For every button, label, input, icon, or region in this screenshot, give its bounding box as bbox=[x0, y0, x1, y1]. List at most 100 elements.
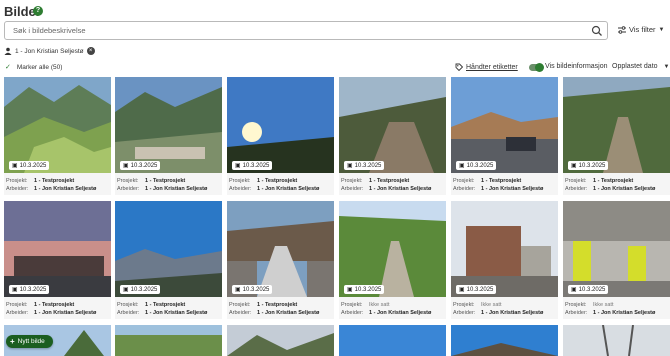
project-key: Prosjekt: bbox=[453, 178, 475, 184]
photo-thumbnail[interactable] bbox=[115, 77, 222, 173]
photo-thumbnail[interactable] bbox=[339, 201, 446, 297]
project-key: Prosjekt: bbox=[341, 178, 363, 184]
project-key: Prosjekt: bbox=[117, 178, 139, 184]
photo-card[interactable]: ▣ 10.3.2025 Prosjekt: 1 - Testprosjekt Arb… bbox=[339, 77, 446, 195]
photo-thumbnail[interactable] bbox=[227, 77, 334, 173]
worker-key: Arbeider: bbox=[117, 186, 140, 192]
date-badge: ▣ 10.3.2025 bbox=[120, 285, 161, 294]
worker-value: 1 - Jon Kristian Seljestø bbox=[257, 310, 320, 316]
worker-value: 1 - Jon Kristian Seljestø bbox=[481, 310, 544, 316]
checkmark-icon: ✓ bbox=[5, 64, 11, 71]
photo-card[interactable]: ▣ 10.3.2025 Prosjekt: 1 - Testprosjekt Arb… bbox=[227, 201, 334, 319]
show-info-label: Vis bildeinformasjon bbox=[545, 63, 608, 70]
project-value: 1 - Testprosjekt bbox=[593, 178, 634, 184]
date-label: 10.3.2025 bbox=[354, 162, 382, 169]
photo-card[interactable]: ▣ 10.3.2025 Prosjekt: 1 - Testprosjekt Arb… bbox=[4, 201, 111, 319]
photo-meta: Prosjekt: Ikke satt Arbeider: 1 - Jon Kris… bbox=[341, 301, 444, 317]
new-photo-button[interactable]: + Nytt bilde bbox=[6, 335, 53, 348]
photo-thumbnail[interactable] bbox=[563, 201, 670, 297]
show-filter-label: Vis filter bbox=[629, 25, 656, 34]
photo-meta: Prosjekt: Ikke satt Arbeider: 1 - Jon Kris… bbox=[453, 301, 556, 317]
date-label: 10.3.2025 bbox=[466, 162, 494, 169]
project-value: 1 - Testprosjekt bbox=[34, 302, 75, 308]
photo-thumbnail[interactable] bbox=[339, 77, 446, 173]
worker-value: 1 - Jon Kristian Seljestø bbox=[481, 186, 544, 192]
show-info-toggle[interactable] bbox=[529, 63, 544, 72]
date-label: 10.3.2025 bbox=[19, 286, 47, 293]
show-filter-button[interactable]: Vis filter ▼ bbox=[618, 25, 665, 34]
project-value: Ikke satt bbox=[593, 302, 614, 308]
date-label: 10.3.2025 bbox=[578, 286, 606, 293]
photo-meta: Prosjekt: 1 - Testprosjekt Arbeider: 1 - J… bbox=[229, 177, 332, 193]
photo-thumbnail[interactable] bbox=[563, 77, 670, 173]
calendar-icon: ▣ bbox=[347, 287, 353, 293]
date-label: 10.3.2025 bbox=[130, 162, 158, 169]
worker-key: Arbeider: bbox=[6, 310, 29, 316]
calendar-icon: ▣ bbox=[235, 287, 241, 293]
project-key: Prosjekt: bbox=[6, 302, 28, 308]
photo-card[interactable]: ▣ 10.3.2025 Prosjekt: Ikke satt Arbeider: 1… bbox=[339, 201, 446, 319]
photo-card[interactable]: ▣ 10.3.2025 Prosjekt: 1 - Testprosjekt Arb… bbox=[115, 201, 222, 319]
calendar-icon: ▣ bbox=[459, 163, 465, 169]
date-label: 10.3.2025 bbox=[578, 162, 606, 169]
project-key: Prosjekt: bbox=[229, 178, 251, 184]
photo-thumbnail[interactable] bbox=[563, 325, 670, 356]
photo-meta: Prosjekt: 1 - Testprosjekt Arbeider: 1 - J… bbox=[229, 301, 332, 317]
photo-thumbnail[interactable] bbox=[339, 325, 446, 356]
search-input[interactable]: Søk i bildebeskrivelse bbox=[4, 21, 608, 40]
worker-key: Arbeider: bbox=[565, 186, 588, 192]
plus-icon: + bbox=[10, 337, 15, 346]
worker-key: Arbeider: bbox=[565, 310, 588, 316]
photo-thumbnail[interactable] bbox=[227, 201, 334, 297]
date-badge: ▣ 10.3.2025 bbox=[456, 285, 497, 294]
calendar-icon: ▣ bbox=[235, 163, 241, 169]
photo-card[interactable]: ▣ 10.3.2025 Prosjekt: 1 - Testprosjekt Arb… bbox=[227, 77, 334, 195]
photo-card[interactable]: ▣ 10.3.2025 Prosjekt: Ikke satt Arbeider: 1… bbox=[563, 201, 670, 319]
photo-meta: Prosjekt: 1 - Testprosjekt Arbeider: 1 - J… bbox=[453, 177, 556, 193]
photo-card[interactable]: ▣ 10.3.2025 Prosjekt: 1 - Testprosjekt Arb… bbox=[4, 77, 111, 195]
project-key: Prosjekt: bbox=[6, 178, 28, 184]
active-filter-label: 1 - Jon Kristian Seljestø bbox=[15, 47, 84, 55]
photo-thumbnail[interactable] bbox=[4, 201, 111, 297]
photo-thumbnail[interactable] bbox=[115, 201, 222, 297]
date-badge: ▣ 10.3.2025 bbox=[120, 161, 161, 170]
project-key: Prosjekt: bbox=[453, 302, 475, 308]
calendar-icon: ▣ bbox=[571, 163, 577, 169]
select-all-checkbox[interactable]: ✓ Marker alle (50) bbox=[5, 63, 63, 72]
project-key: Prosjekt: bbox=[565, 302, 587, 308]
chevron-down-icon: ▼ bbox=[663, 64, 670, 70]
search-icon[interactable] bbox=[591, 25, 603, 37]
remove-filter-icon[interactable]: × bbox=[86, 47, 95, 55]
project-key: Prosjekt: bbox=[341, 302, 363, 308]
project-value: 1 - Testprosjekt bbox=[257, 302, 298, 308]
photo-thumbnail[interactable] bbox=[451, 77, 558, 173]
worker-key: Arbeider: bbox=[453, 310, 476, 316]
photo-card[interactable]: ▣ 10.3.2025 Prosjekt: 1 - Testprosjekt Arb… bbox=[115, 77, 222, 195]
photo-meta: Prosjekt: 1 - Testprosjekt Arbeider: 1 - J… bbox=[341, 177, 444, 193]
photo-thumbnail[interactable] bbox=[4, 77, 111, 173]
photo-thumbnail[interactable] bbox=[451, 201, 558, 297]
photo-thumbnail[interactable] bbox=[115, 325, 222, 356]
person-icon bbox=[4, 47, 12, 55]
manage-tags-button[interactable]: Håndter etiketter bbox=[455, 63, 518, 71]
photo-thumbnail[interactable] bbox=[451, 325, 558, 356]
photo-meta: Prosjekt: Ikke satt Arbeider: 1 - Jon Kris… bbox=[565, 301, 668, 317]
project-value: Ikke satt bbox=[481, 302, 502, 308]
photo-thumbnail[interactable] bbox=[227, 325, 334, 356]
select-all-label: Marker alle (50) bbox=[16, 63, 63, 71]
worker-value: 1 - Jon Kristian Seljestø bbox=[593, 310, 656, 316]
date-badge: ▣ 10.3.2025 bbox=[9, 161, 50, 170]
new-photo-label: Nytt bilde bbox=[17, 338, 45, 345]
photo-card[interactable]: ▣ 10.3.2025 Prosjekt: 1 - Testprosjekt Arb… bbox=[451, 77, 558, 195]
worker-key: Arbeider: bbox=[229, 186, 252, 192]
sort-select[interactable]: Opplastet dato ▼ bbox=[612, 63, 669, 70]
help-icon[interactable]: ? bbox=[33, 6, 43, 16]
project-value: 1 - Testprosjekt bbox=[257, 178, 298, 184]
sort-label: Opplastet dato bbox=[612, 63, 658, 70]
project-key: Prosjekt: bbox=[229, 302, 251, 308]
photo-card[interactable]: ▣ 10.3.2025 Prosjekt: 1 - Testprosjekt Arb… bbox=[563, 77, 670, 195]
photo-card[interactable]: ▣ 10.3.2025 Prosjekt: Ikke satt Arbeider: 1… bbox=[451, 201, 558, 319]
project-value: 1 - Testprosjekt bbox=[145, 302, 186, 308]
calendar-icon: ▣ bbox=[123, 287, 129, 293]
photo-gallery-page: Bilder ? Søk i bildebeskrivelse Vis filt… bbox=[0, 0, 670, 356]
